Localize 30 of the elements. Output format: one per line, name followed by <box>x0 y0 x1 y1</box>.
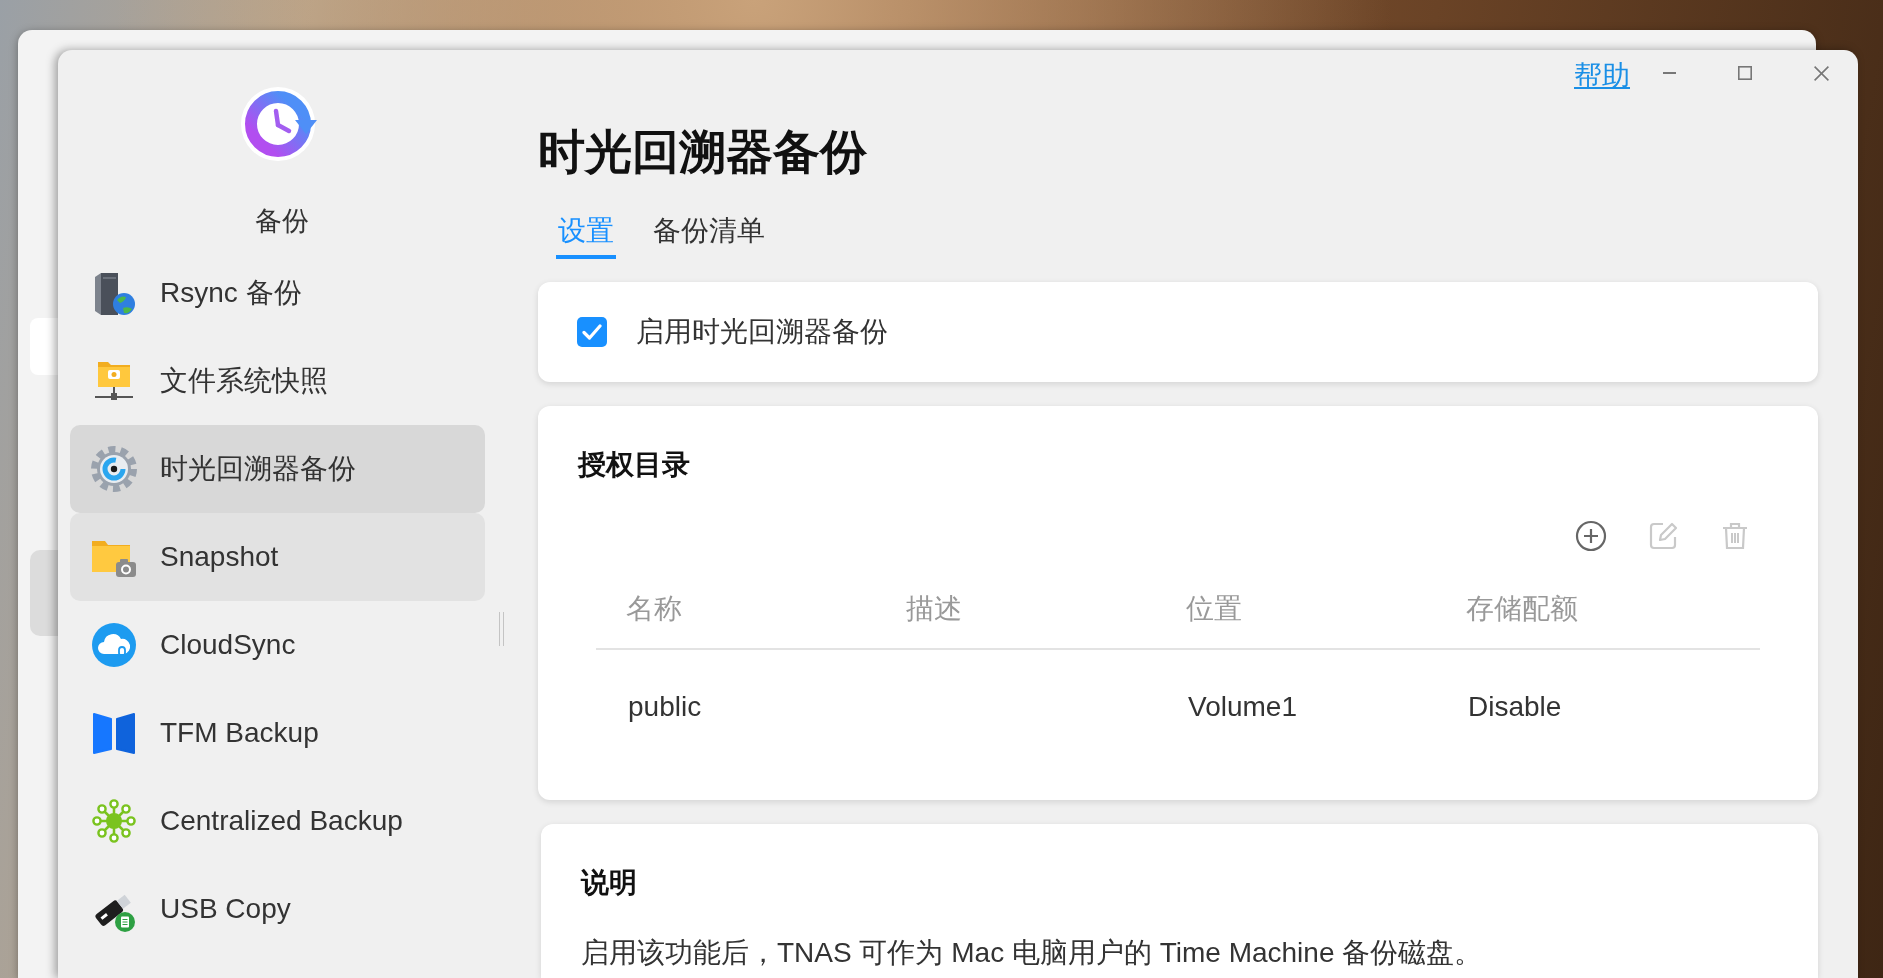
minimize-icon <box>1662 72 1676 74</box>
section-title: 授权目录 <box>578 448 691 482</box>
close-icon <box>1813 65 1829 81</box>
sidebar-item[interactable]: Snapshot <box>70 513 485 601</box>
sidebar-item[interactable]: Rsync 备份 <box>70 249 485 337</box>
sidebar-item[interactable]: CloudSync <box>70 601 485 689</box>
table-cell: Disable <box>1468 691 1562 722</box>
sidebar-item[interactable]: TFM Backup <box>70 689 485 777</box>
sidebar-item[interactable]: USB Copy <box>70 865 485 953</box>
cloud-icon <box>90 621 138 669</box>
sidebar-item[interactable]: Centralized Backup <box>70 777 485 865</box>
tab[interactable]: 备份清单 <box>651 214 767 259</box>
sidebar-item[interactable]: 文件系统快照 <box>70 337 485 425</box>
section-title: 说明 <box>581 866 638 900</box>
table-cell: public <box>628 691 702 722</box>
search-field[interactable] <box>30 318 58 375</box>
checkbox-label: 启用时光回溯器备份 <box>636 315 888 349</box>
add-icon <box>1575 520 1607 552</box>
edit-icon <box>1647 520 1679 552</box>
description-text: 启用该功能后，TNAS 可作为 Mac 电脑用户的 Time Machine 备份磁盘。 <box>581 936 1484 970</box>
table-cell: Volume1 <box>1188 691 1297 722</box>
maximize-icon <box>1738 66 1752 80</box>
hub-icon <box>90 797 138 845</box>
checkbox[interactable] <box>577 317 607 347</box>
gear-icon <box>90 445 138 493</box>
app-name: 备份 <box>254 205 309 238</box>
check-icon <box>582 324 602 340</box>
page-title: 时光回溯器备份 <box>538 124 868 180</box>
resize-handle[interactable] <box>499 612 504 646</box>
sidebar-item[interactable]: 时光回溯器备份 <box>70 425 485 513</box>
